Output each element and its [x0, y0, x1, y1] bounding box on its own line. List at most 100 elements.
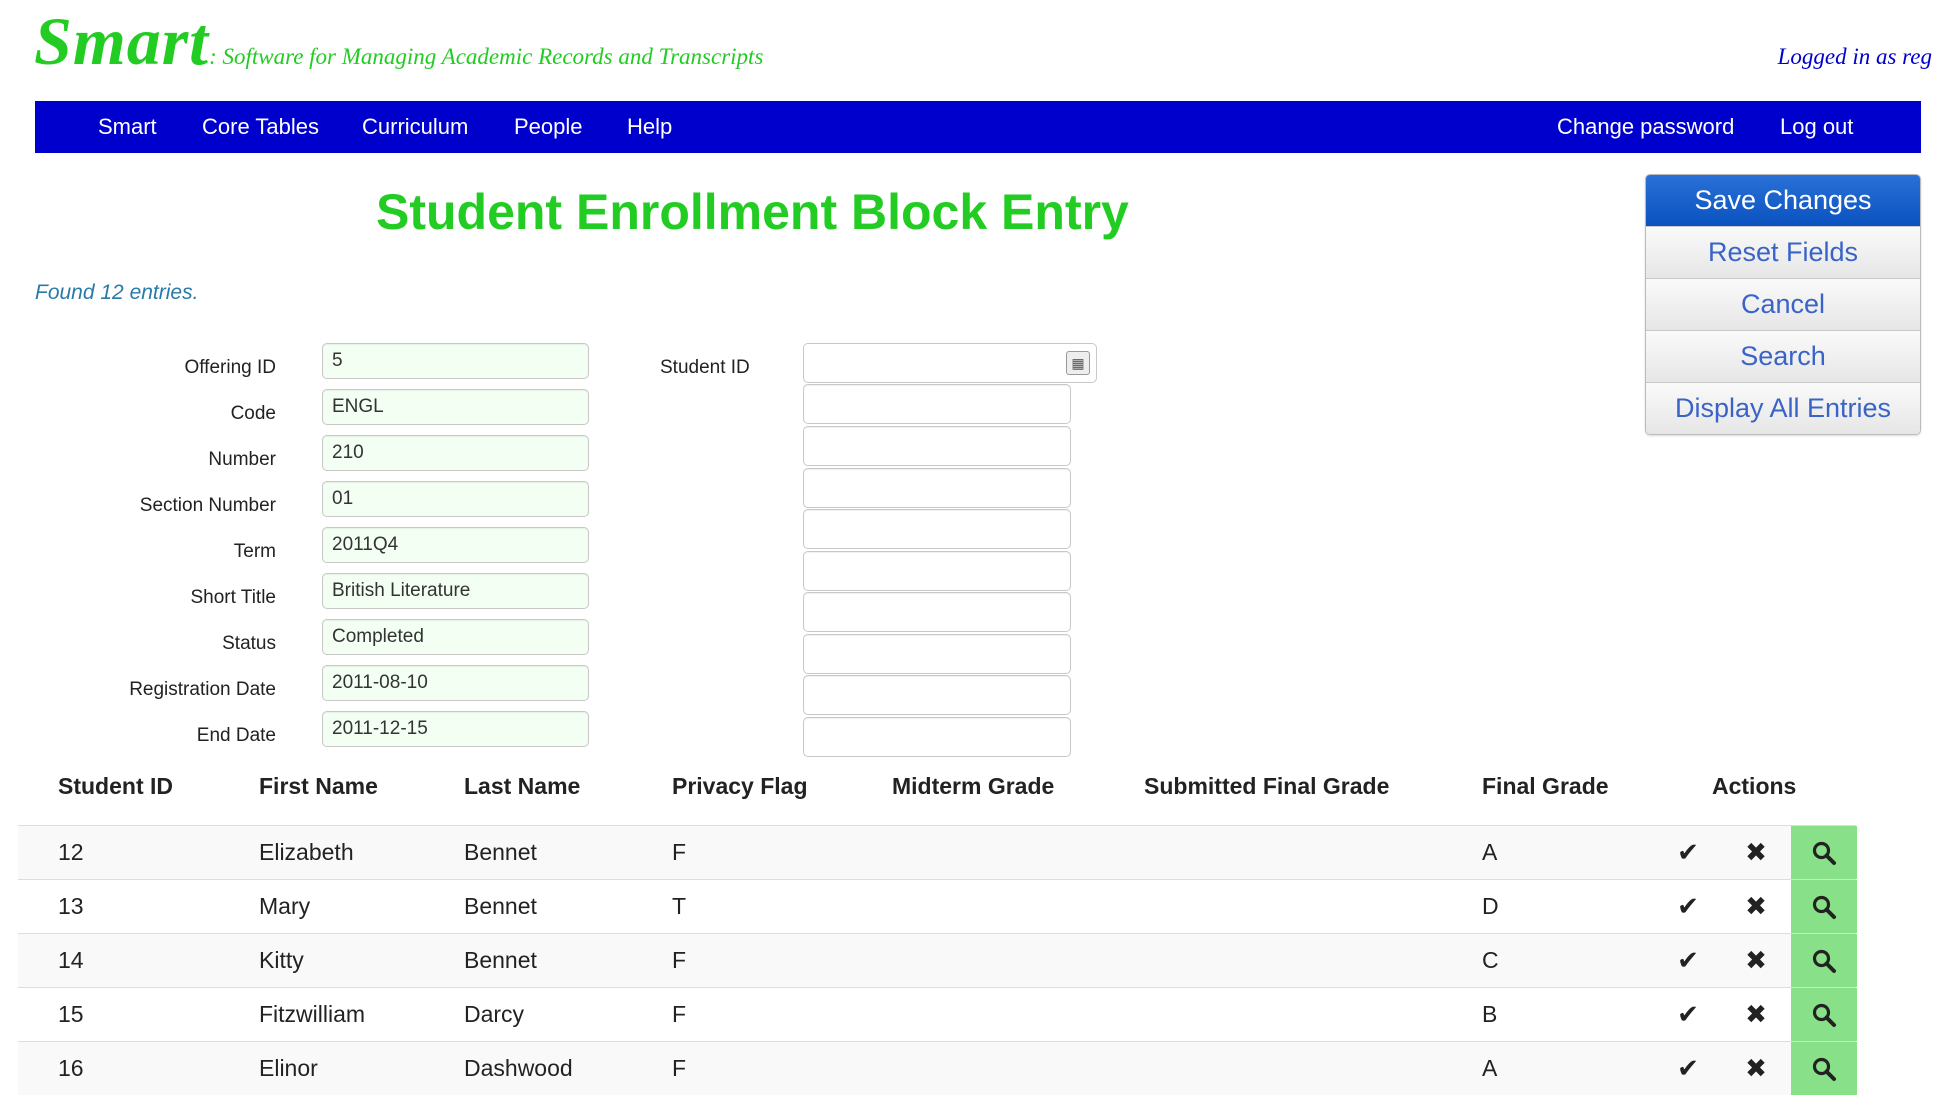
magnifier-icon [1812, 895, 1836, 919]
contact-card-icon[interactable]: ▦ [1066, 351, 1090, 375]
end-date-label: End Date [196, 725, 276, 746]
student-id-field[interactable] [803, 509, 1071, 549]
col-first-name: First Name [259, 773, 378, 799]
offering-id-label: Offering ID [184, 357, 276, 378]
table-row[interactable]: 15 Fitzwilliam Darcy F B ✔ ✖ [18, 987, 1857, 1041]
cell-final-grade: A [1482, 839, 1498, 865]
app-tagline: : Software for Managing Academic Records… [209, 44, 764, 69]
col-actions: Actions [1712, 773, 1797, 799]
student-id-field[interactable]: ▦ [803, 343, 1097, 383]
check-icon[interactable]: ✔ [1668, 880, 1708, 933]
magnifier-icon [1812, 1003, 1836, 1027]
cell-last-name: Bennet [464, 839, 537, 865]
save-changes-button[interactable]: Save Changes [1646, 175, 1920, 226]
row-search-button[interactable] [1791, 880, 1857, 933]
row-search-button[interactable] [1791, 1042, 1857, 1095]
student-id-field[interactable] [803, 384, 1071, 424]
x-icon[interactable]: ✖ [1736, 988, 1776, 1041]
search-button[interactable]: Search [1646, 330, 1920, 382]
code-field[interactable]: ENGL [322, 389, 589, 425]
registration-date-field[interactable]: 2011-08-10 [322, 665, 589, 701]
term-label: Term [233, 541, 276, 562]
table-row[interactable]: 12 Elizabeth Bennet F A ✔ ✖ [18, 825, 1857, 879]
short-title-label: Short Title [190, 587, 276, 608]
x-icon[interactable]: ✖ [1736, 934, 1776, 987]
row-search-button[interactable] [1791, 934, 1857, 987]
cell-first-name: Elizabeth [259, 839, 354, 865]
cell-first-name: Mary [259, 893, 311, 919]
student-id-field[interactable] [803, 592, 1071, 632]
short-title-field[interactable]: British Literature [322, 573, 589, 609]
magnifier-icon [1812, 1057, 1836, 1081]
offering-id-field[interactable]: 5 [322, 343, 589, 379]
reset-fields-button[interactable]: Reset Fields [1646, 226, 1920, 278]
row-search-button[interactable] [1791, 988, 1857, 1041]
number-field[interactable]: 210 [322, 435, 589, 471]
action-panel: Save Changes Reset Fields Cancel Search … [1645, 174, 1921, 435]
term-field[interactable]: 2011Q4 [322, 527, 589, 563]
cell-student-id: 15 [58, 1001, 84, 1027]
cell-last-name: Bennet [464, 893, 537, 919]
nav-people[interactable]: People [514, 101, 583, 153]
registration-date-label: Registration Date [129, 679, 276, 700]
row-search-button[interactable] [1791, 826, 1857, 879]
nav-change-password[interactable]: Change password [1557, 101, 1734, 153]
cell-student-id: 13 [58, 893, 84, 919]
display-all-entries-button[interactable]: Display All Entries [1646, 382, 1920, 434]
magnifier-icon [1812, 949, 1836, 973]
nav-curriculum[interactable]: Curriculum [362, 101, 468, 153]
cell-first-name: Elinor [259, 1055, 318, 1081]
logged-in-status: Logged in as reg [1777, 44, 1932, 69]
cell-first-name: Fitzwilliam [259, 1001, 366, 1027]
check-icon[interactable]: ✔ [1668, 934, 1708, 987]
student-id-field[interactable] [803, 551, 1071, 591]
cell-last-name: Dashwood [464, 1055, 573, 1081]
x-icon[interactable]: ✖ [1736, 1042, 1776, 1095]
x-icon[interactable]: ✖ [1736, 880, 1776, 933]
check-icon[interactable]: ✔ [1668, 1042, 1708, 1095]
table-row[interactable]: 16 Elinor Dashwood F A ✔ ✖ [18, 1041, 1857, 1095]
page-title: Student Enrollment Block Entry [376, 184, 1129, 240]
cell-final-grade: B [1482, 1001, 1498, 1027]
student-id-field[interactable] [803, 468, 1071, 508]
col-submitted-final-grade: Submitted Final Grade [1144, 773, 1390, 799]
x-icon[interactable]: ✖ [1736, 826, 1776, 879]
magnifier-icon [1812, 841, 1836, 865]
cell-first-name: Kitty [259, 947, 304, 973]
nav-log-out[interactable]: Log out [1780, 101, 1853, 153]
cell-privacy-flag: F [672, 1001, 687, 1027]
section-number-field[interactable]: 01 [322, 481, 589, 517]
student-id-field[interactable] [803, 634, 1071, 674]
cell-student-id: 14 [58, 947, 84, 973]
table-row[interactable]: 14 Kitty Bennet F C ✔ ✖ [18, 933, 1857, 987]
col-last-name: Last Name [464, 773, 581, 799]
nav-smart[interactable]: Smart [98, 101, 157, 153]
end-date-field[interactable]: 2011-12-15 [322, 711, 589, 747]
col-midterm-grade: Midterm Grade [892, 773, 1055, 799]
cancel-button[interactable]: Cancel [1646, 278, 1920, 330]
cell-last-name: Darcy [464, 1001, 525, 1027]
status-label: Status [222, 633, 276, 654]
nav-core-tables[interactable]: Core Tables [202, 101, 319, 153]
brand: Smart: Software for Managing Academic Re… [34, 2, 763, 81]
cell-final-grade: D [1482, 893, 1499, 919]
check-icon[interactable]: ✔ [1668, 826, 1708, 879]
results-count: Found 12 entries. [35, 281, 199, 304]
student-id-field[interactable] [803, 675, 1071, 715]
nav-help[interactable]: Help [627, 101, 672, 153]
code-label: Code [230, 403, 276, 424]
student-id-label: Student ID [660, 357, 750, 378]
cell-final-grade: C [1482, 947, 1499, 973]
cell-student-id: 12 [58, 839, 84, 865]
col-privacy-flag: Privacy Flag [672, 773, 808, 799]
col-final-grade: Final Grade [1482, 773, 1609, 799]
number-label: Number [208, 449, 276, 470]
student-id-field[interactable] [803, 717, 1071, 757]
table-row[interactable]: 13 Mary Bennet T D ✔ ✖ [18, 879, 1857, 933]
cell-privacy-flag: T [672, 893, 687, 919]
student-id-field[interactable] [803, 426, 1071, 466]
status-field[interactable]: Completed [322, 619, 589, 655]
cell-privacy-flag: F [672, 1055, 687, 1081]
cell-privacy-flag: F [672, 947, 687, 973]
check-icon[interactable]: ✔ [1668, 988, 1708, 1041]
